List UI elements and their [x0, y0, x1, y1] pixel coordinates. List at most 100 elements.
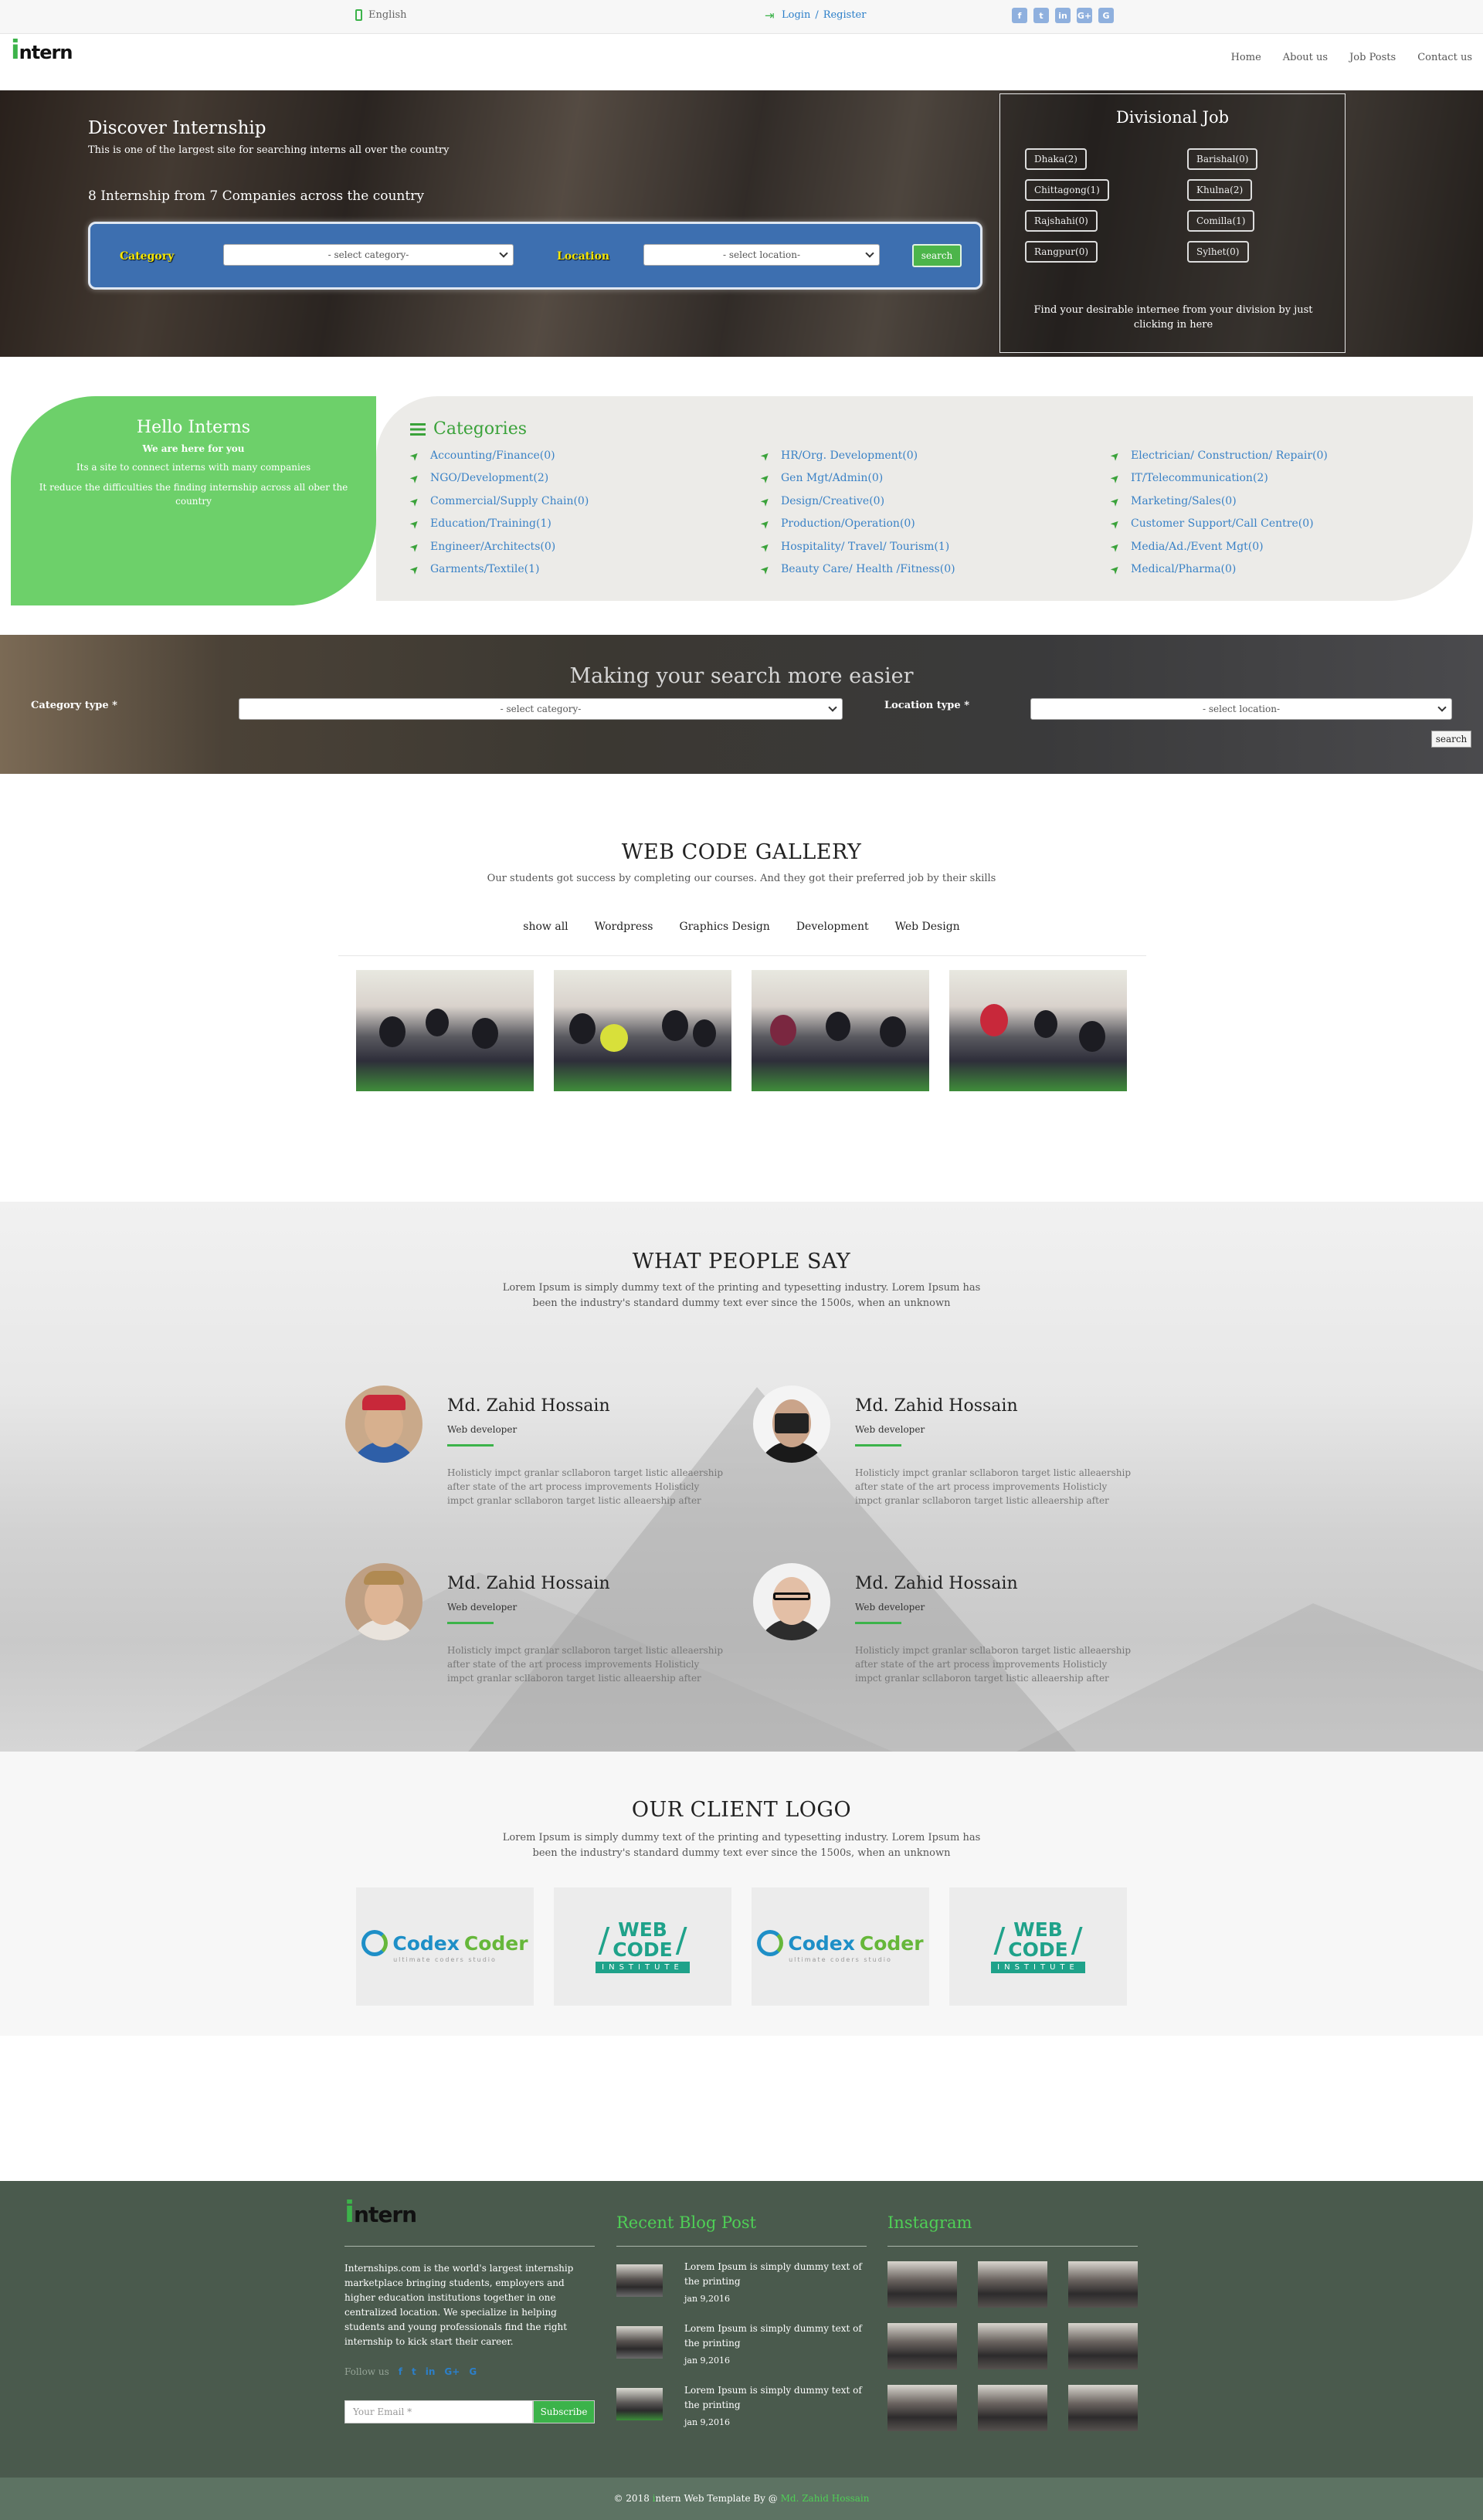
chevron-down-icon	[828, 703, 837, 712]
category-item[interactable]: ➤ Marketing/Sales(0)	[1108, 490, 1328, 513]
category-item[interactable]: ➤ Garments/Textile(1)	[407, 558, 589, 582]
category-item[interactable]: ➤ Design/Creative(0)	[758, 490, 955, 513]
easy-search-button[interactable]: search	[1431, 731, 1471, 748]
subscribe-button[interactable]: Subscribe	[533, 2400, 595, 2423]
client-logo-webcode[interactable]: / WEB CODE / INSTITUTE	[554, 1887, 731, 2006]
category-item[interactable]: ➤ Hospitality/ Travel/ Tourism(1)	[758, 535, 955, 558]
instagram-image[interactable]	[1068, 2261, 1138, 2308]
division-rajshahi[interactable]: Rajshahi(0)	[1025, 210, 1098, 232]
category-item[interactable]: ➤ Media/Ad./Event Mgt(0)	[1108, 535, 1328, 558]
client-logo-codexcoder[interactable]: Codex Coder ultimate coders studio	[356, 1887, 534, 2006]
linkedin-icon[interactable]: in	[426, 2366, 436, 2377]
category-label: Engineer/Architects(0)	[430, 540, 556, 553]
codexcoder-logo: Codex Coder ultimate coders studio	[361, 1930, 528, 1963]
instagram-image[interactable]	[978, 2385, 1047, 2431]
category-select[interactable]: - select category-	[223, 244, 514, 266]
category-item[interactable]: ➤ Beauty Care/ Health /Fitness(0)	[758, 558, 955, 582]
twitter-icon[interactable]: t	[412, 2366, 416, 2377]
gallery-image[interactable]	[949, 970, 1127, 1091]
author-link[interactable]: Md. Zahid Hossain	[781, 2493, 870, 2504]
gallery-image[interactable]	[554, 970, 731, 1091]
category-item[interactable]: ➤ Production/Operation(0)	[758, 513, 955, 536]
blog-post[interactable]: Lorem Ipsum is simply dummy text of the …	[616, 2322, 867, 2376]
google-plus-icon[interactable]: G+	[444, 2366, 460, 2377]
top-bar: English ⇥ Login / Register f t in G+ G	[0, 0, 1483, 34]
nav-home[interactable]: Home	[1231, 52, 1261, 63]
email-input[interactable]: Your Email *	[344, 2400, 533, 2423]
category-item[interactable]: ➤ Electrician/ Construction/ Repair(0)	[1108, 444, 1327, 467]
category-item[interactable]: ➤ Education/Training(1)	[407, 513, 589, 536]
nav-job-posts[interactable]: Job Posts	[1349, 52, 1396, 63]
language-selector[interactable]: English	[355, 9, 407, 21]
location-type-label: Location type *	[884, 700, 969, 711]
social-links: f t in G+ G	[1012, 8, 1114, 23]
webcode-logo: / WEB CODE / INSTITUTE	[991, 1920, 1085, 1973]
gallery-subtitle: Our students got success by completing o…	[487, 873, 996, 884]
instagram-image[interactable]	[1068, 2385, 1138, 2431]
footer-logo[interactable]: intern	[344, 2195, 417, 2229]
category-item[interactable]: ➤ Medical/Pharma(0)	[1108, 558, 1328, 582]
division-rangpur[interactable]: Rangpur(0)	[1025, 241, 1098, 263]
twitter-icon[interactable]: t	[1033, 8, 1049, 23]
testimonials-section: WHAT PEOPLE SAY Lorem Ipsum is simply du…	[0, 1202, 1483, 1752]
category-type-select[interactable]: - select category-	[239, 698, 843, 720]
instagram-image[interactable]	[887, 2385, 957, 2431]
blog-post[interactable]: Lorem Ipsum is simply dummy text of the …	[616, 2383, 867, 2437]
blog-post[interactable]: Lorem Ipsum is simply dummy text of the …	[616, 2260, 867, 2314]
linkedin-icon[interactable]: in	[1055, 8, 1071, 23]
paper-plane-icon: ➤	[1108, 517, 1124, 532]
division-khulna[interactable]: Khulna(2)	[1187, 179, 1253, 201]
category-item[interactable]: ➤ NGO/Development(2)	[407, 467, 589, 490]
category-item[interactable]: ➤ HR/Org. Development(0)	[758, 444, 955, 467]
instagram-image[interactable]	[1068, 2323, 1138, 2369]
division-chittagong[interactable]: Chittagong(1)	[1025, 179, 1109, 201]
google-icon[interactable]: G	[469, 2366, 477, 2377]
category-item[interactable]: ➤ Gen Mgt/Admin(0)	[758, 467, 955, 490]
category-label: Category	[120, 250, 175, 263]
location-select[interactable]: - select location-	[643, 244, 880, 266]
login-link[interactable]: Login	[782, 9, 810, 21]
paper-plane-icon: ➤	[407, 517, 423, 532]
hero-search-button[interactable]: search	[912, 244, 962, 267]
testimonials-title: WHAT PEOPLE SAY	[632, 1250, 851, 1274]
register-link[interactable]: Register	[823, 9, 867, 21]
site-logo[interactable]: intern	[11, 35, 73, 66]
instagram-image[interactable]	[887, 2261, 957, 2308]
client-logo-webcode[interactable]: / WEB CODE / INSTITUTE	[949, 1887, 1127, 2006]
category-item[interactable]: ➤ Accounting/Finance(0)	[407, 444, 589, 467]
nav-contact[interactable]: Contact us	[1417, 52, 1472, 63]
facebook-icon[interactable]: f	[399, 2366, 402, 2377]
blog-post-title: Lorem Ipsum is simply dummy text of the …	[684, 2323, 862, 2349]
filter-development[interactable]: Development	[796, 921, 869, 933]
instagram-image[interactable]	[887, 2323, 957, 2369]
google-plus-icon[interactable]: G+	[1077, 8, 1092, 23]
category-label: Hospitality/ Travel/ Tourism(1)	[781, 540, 950, 553]
category-item[interactable]: ➤ Commercial/Supply Chain(0)	[407, 490, 589, 513]
footer-divider	[887, 2246, 1138, 2247]
division-sylhet[interactable]: Sylhet(0)	[1187, 241, 1249, 263]
division-comilla[interactable]: Comilla(1)	[1187, 210, 1255, 232]
footer-divider	[344, 2246, 595, 2247]
gallery-image[interactable]	[752, 970, 929, 1091]
division-dhaka[interactable]: Dhaka(2)	[1025, 148, 1087, 170]
gallery-image[interactable]	[356, 970, 534, 1091]
division-barishal[interactable]: Barishal(0)	[1187, 148, 1258, 170]
category-item[interactable]: ➤ Engineer/Architects(0)	[407, 535, 589, 558]
instagram-image[interactable]	[978, 2261, 1047, 2308]
webcode-slash-right: /	[1071, 1920, 1083, 1960]
testimonial-name: Md. Zahid Hossain	[447, 1396, 610, 1416]
filter-graphics-design[interactable]: Graphics Design	[680, 921, 770, 933]
testimonial-role: Web developer	[855, 1602, 925, 1613]
category-type-label: Category type *	[31, 700, 117, 711]
filter-web-design[interactable]: Web Design	[895, 921, 960, 933]
filter-show-all[interactable]: show all	[523, 921, 568, 933]
facebook-icon[interactable]: f	[1012, 8, 1027, 23]
filter-wordpress[interactable]: Wordpress	[595, 921, 653, 933]
google-icon[interactable]: G	[1098, 8, 1114, 23]
category-item[interactable]: ➤ Customer Support/Call Centre(0)	[1108, 513, 1328, 536]
location-type-select[interactable]: - select location-	[1030, 698, 1452, 720]
instagram-image[interactable]	[978, 2323, 1047, 2369]
nav-about[interactable]: About us	[1283, 52, 1328, 63]
category-item[interactable]: ➤ IT/Telecommunication(2)	[1108, 467, 1328, 490]
client-logo-codexcoder[interactable]: Codex Coder ultimate coders studio	[752, 1887, 929, 2006]
